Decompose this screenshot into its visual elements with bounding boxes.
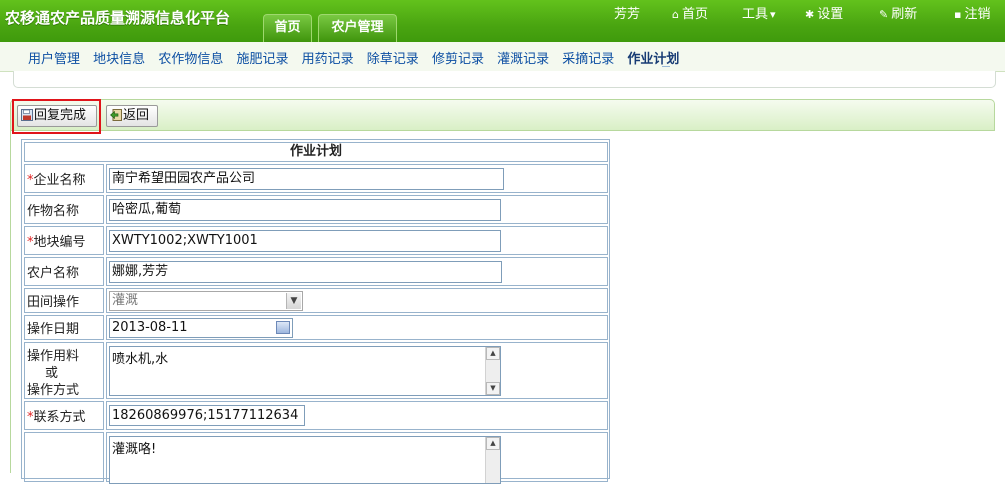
operation-material-text: 喷水机,水	[112, 352, 169, 367]
remark-scrollbar[interactable]: ▲	[485, 437, 500, 483]
form-title: 作业计划	[24, 142, 608, 162]
farmer-name-input[interactable]: 娜娜,芳芳	[109, 261, 502, 283]
home-link[interactable]: ⌂ 首页	[672, 3, 708, 22]
plot-number-input[interactable]: XWTY1002;XWTY1001	[109, 230, 501, 252]
remark-text: 灌溉咯!	[112, 442, 157, 457]
settings-link-label: 设置	[817, 7, 844, 22]
subnav-pruning-record[interactable]: 修剪记录	[432, 48, 484, 67]
farmer-label: 农户名称	[27, 266, 80, 281]
back-label: 返回	[123, 108, 150, 123]
current-user: 芳芳	[614, 7, 641, 22]
contact-input[interactable]: 18260869976;15177112634	[109, 405, 305, 426]
subnav-fertilizer-record[interactable]: 施肥记录	[236, 48, 288, 67]
tab-farmer-management[interactable]: 农户管理	[318, 14, 397, 42]
company-name-input[interactable]: 南宁希望田园农产品公司	[109, 168, 504, 190]
field-operation-value: 灌溉	[112, 293, 139, 308]
subnav-user-management[interactable]: 用户管理	[28, 48, 80, 67]
remark-textarea[interactable]: 灌溉咯! ▲	[109, 436, 501, 484]
top-header: 农移通农产品质量溯源信息化平台 首页 农户管理 芳芳 ⌂ 首页 工具 ▾ ✱ 设置 ✎…	[0, 0, 1005, 42]
date-label: 操作日期	[27, 322, 80, 337]
home-link-label: 首页	[681, 7, 708, 22]
sub-navigation: 用户管理 地块信息 农作物信息 施肥记录 用药记录 除草记录 修剪记录 灌溉记录…	[0, 42, 1005, 72]
content-left-border	[10, 131, 11, 473]
refresh-link[interactable]: ✎ 刷新	[879, 3, 917, 22]
tools-menu[interactable]: 工具 ▾	[742, 3, 779, 22]
caret-down-icon: ▾	[770, 8, 776, 21]
gear-icon: ✱	[805, 8, 815, 21]
subnav-weeding-record[interactable]: 除草记录	[367, 48, 419, 67]
textarea-scrollbar[interactable]: ▲ ▼	[485, 347, 500, 395]
subnav-work-plan[interactable]: 作业计划	[627, 48, 679, 67]
logout-link-label: 注销	[964, 7, 991, 22]
app-title: 农移通农产品质量溯源信息化平台	[5, 9, 231, 27]
house-icon: ⌂	[672, 8, 679, 21]
scroll-up-icon[interactable]: ▲	[486, 437, 500, 450]
work-plan-form: 作业计划 *企业名称 南宁希望田园农产品公司 作物名称 哈密瓜,葡萄 *地块编号…	[21, 139, 610, 484]
tab-home[interactable]: 首页	[263, 14, 312, 42]
tag-icon: ✎	[879, 8, 889, 21]
field-operation-select[interactable]: 灌溉 ▼	[109, 291, 303, 311]
remark-label-cell	[24, 432, 104, 482]
back-icon	[110, 108, 122, 121]
back-button[interactable]: 返回	[106, 105, 158, 127]
logout-icon: ▪	[954, 8, 962, 21]
dropdown-arrow-icon[interactable]: ▼	[286, 293, 301, 309]
operation-date-input[interactable]: 2013-08-11	[109, 318, 293, 338]
subnav-crop-info[interactable]: 农作物信息	[158, 48, 223, 67]
crop-label: 作物名称	[27, 204, 80, 219]
plot-label: 地块编号	[33, 235, 86, 250]
subnav-harvest-record[interactable]: 采摘记录	[562, 48, 614, 67]
calendar-icon[interactable]	[276, 321, 290, 334]
logout-link[interactable]: ▪ 注销	[954, 3, 990, 22]
refresh-link-label: 刷新	[891, 7, 918, 22]
subnav-pesticide-record[interactable]: 用药记录	[302, 48, 354, 67]
subnav-irrigation-record[interactable]: 灌溉记录	[497, 48, 549, 67]
material-label-line3: 操作方式	[27, 383, 80, 398]
highlight-box	[12, 99, 101, 134]
scroll-down-icon[interactable]: ▼	[486, 382, 500, 395]
tools-menu-label: 工具	[742, 7, 769, 22]
operation-label: 田间操作	[27, 295, 80, 310]
settings-link[interactable]: ✱ 设置	[805, 3, 843, 22]
scroll-up-icon[interactable]: ▲	[486, 347, 500, 360]
operation-material-textarea[interactable]: 喷水机,水 ▲ ▼	[109, 346, 501, 396]
company-label: 企业名称	[33, 173, 86, 188]
crop-name-input[interactable]: 哈密瓜,葡萄	[109, 199, 501, 221]
contact-label: 联系方式	[33, 410, 86, 425]
content-top-strip	[13, 71, 996, 88]
subnav-plot-info[interactable]: 地块信息	[93, 48, 145, 67]
